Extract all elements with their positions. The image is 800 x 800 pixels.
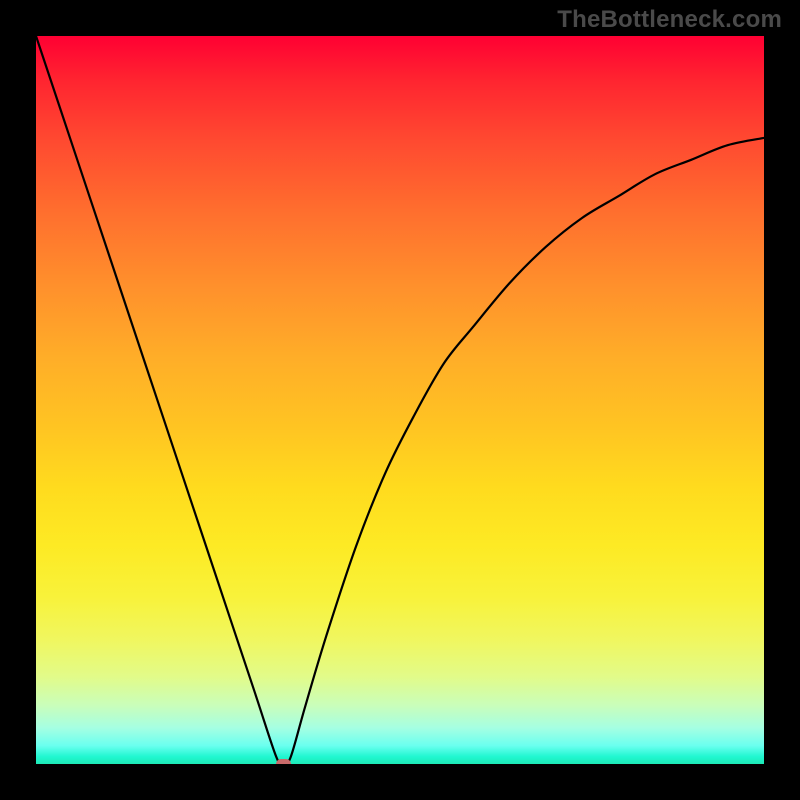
watermark-text: TheBottleneck.com [557, 6, 782, 34]
bottleneck-curve-path [36, 36, 764, 764]
chart-frame: TheBottleneck.com [0, 0, 800, 800]
curve-minimum-marker [276, 759, 291, 764]
plot-area [36, 36, 764, 764]
curve-svg [36, 36, 764, 764]
